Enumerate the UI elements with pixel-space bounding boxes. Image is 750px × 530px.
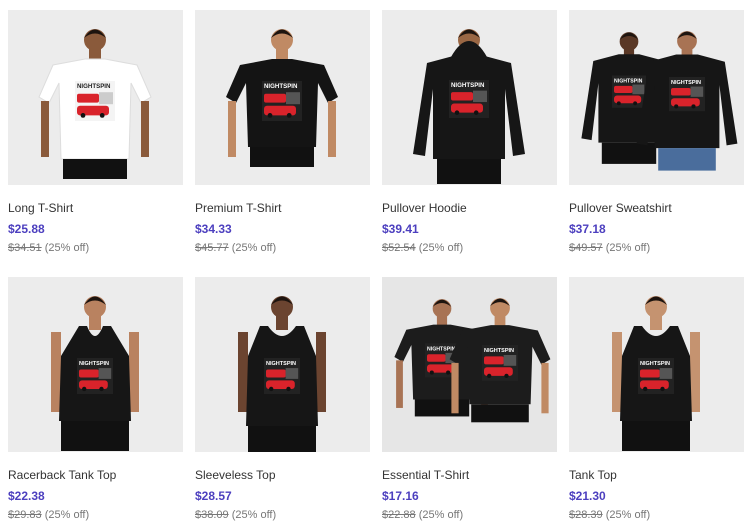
discount-label: (25% off) bbox=[44, 509, 90, 521]
product-name[interactable]: Sleeveless Top bbox=[195, 467, 370, 483]
print-graphic: NIGHTSPIN bbox=[77, 358, 113, 394]
product-price: $25.88 bbox=[8, 222, 45, 236]
product-card[interactable]: NIGHTSPIN Pullover Hoodie $39.41 $52.54 (2… bbox=[382, 10, 557, 256]
svg-text:NIGHTSPIN: NIGHTSPIN bbox=[264, 83, 298, 90]
product-image[interactable]: NIGHTSPIN bbox=[8, 10, 183, 185]
product-name[interactable]: Pullover Sweatshirt bbox=[569, 200, 744, 216]
discount-label: (25% off) bbox=[44, 242, 90, 254]
product-card[interactable]: NIGHTSPIN Tank Top $21.30 $28.39 (25% off) bbox=[569, 277, 744, 523]
product-photo: NIGHTSPIN bbox=[226, 29, 338, 167]
original-price: $52.54 bbox=[382, 242, 416, 254]
product-name[interactable]: Racerback Tank Top bbox=[8, 467, 183, 483]
original-price-line: $28.39 (25% off) bbox=[569, 508, 744, 523]
product-card[interactable]: NIGHTSPIN NIGHTSPIN Pullover Sweatshirt $… bbox=[569, 10, 744, 256]
print-graphic: NIGHTSPIN bbox=[262, 81, 302, 121]
discount-label: (25% off) bbox=[605, 242, 651, 254]
original-price: $29.83 bbox=[8, 509, 42, 521]
model-figure: NIGHTSPIN bbox=[413, 29, 525, 184]
model-figure: NIGHTSPIN bbox=[226, 29, 338, 167]
original-price-line: $52.54 (25% off) bbox=[382, 241, 557, 256]
model-figure: NIGHTSPIN bbox=[51, 296, 139, 451]
svg-text:NIGHTSPIN: NIGHTSPIN bbox=[451, 82, 485, 89]
print-graphic: NIGHTSPIN bbox=[669, 77, 705, 112]
svg-text:NIGHTSPIN: NIGHTSPIN bbox=[640, 361, 670, 367]
svg-text:NIGHTSPIN: NIGHTSPIN bbox=[427, 346, 456, 352]
discount-label: (25% off) bbox=[418, 242, 464, 254]
print-graphic: NIGHTSPIN bbox=[638, 358, 674, 394]
svg-text:NIGHTSPIN: NIGHTSPIN bbox=[266, 361, 296, 367]
original-price: $38.09 bbox=[195, 509, 229, 521]
product-card[interactable]: NIGHTSPIN Long T-Shirt $25.88 $34.51 (25% … bbox=[8, 10, 183, 256]
product-image[interactable]: NIGHTSPIN bbox=[382, 10, 557, 185]
original-price: $34.51 bbox=[8, 242, 42, 254]
product-image[interactable]: NIGHTSPIN bbox=[8, 277, 183, 452]
product-photo: NIGHTSPIN bbox=[413, 29, 525, 184]
svg-text:NIGHTSPIN: NIGHTSPIN bbox=[671, 80, 701, 86]
discount-label: (25% off) bbox=[231, 242, 277, 254]
product-card[interactable]: NIGHTSPIN Racerback Tank Top $22.38 $29.83… bbox=[8, 277, 183, 523]
original-price: $28.39 bbox=[569, 509, 603, 521]
product-image[interactable]: NIGHTSPIN NIGHTSPIN bbox=[382, 277, 557, 452]
product-name[interactable]: Tank Top bbox=[569, 467, 744, 483]
product-photo: NIGHTSPIN bbox=[51, 296, 139, 451]
svg-text:NIGHTSPIN: NIGHTSPIN bbox=[79, 361, 109, 367]
product-price: $21.30 bbox=[569, 489, 606, 503]
product-price: $39.41 bbox=[382, 222, 419, 236]
product-photo: NIGHTSPIN bbox=[612, 296, 700, 451]
print-graphic: NIGHTSPIN bbox=[449, 80, 489, 118]
product-name[interactable]: Pullover Hoodie bbox=[382, 200, 557, 216]
product-name[interactable]: Long T-Shirt bbox=[8, 200, 183, 216]
product-card[interactable]: NIGHTSPIN NIGHTSPIN Essential T-Shirt $17… bbox=[382, 277, 557, 523]
original-price: $22.88 bbox=[382, 509, 416, 521]
original-price: $49.57 bbox=[569, 242, 603, 254]
product-price: $17.16 bbox=[382, 489, 419, 503]
print-graphic: NIGHTSPIN bbox=[482, 344, 518, 381]
product-price: $22.38 bbox=[8, 489, 45, 503]
discount-label: (25% off) bbox=[231, 509, 277, 521]
product-price: $28.57 bbox=[195, 489, 232, 503]
product-price: $34.33 bbox=[195, 222, 232, 236]
print-graphic: NIGHTSPIN bbox=[612, 75, 646, 108]
original-price-line: $34.51 (25% off) bbox=[8, 241, 183, 256]
print-graphic: NIGHTSPIN bbox=[75, 81, 115, 121]
product-price: $37.18 bbox=[569, 222, 606, 236]
print-graphic: NIGHTSPIN bbox=[264, 358, 300, 394]
product-image[interactable]: NIGHTSPIN bbox=[195, 277, 370, 452]
product-card[interactable]: NIGHTSPIN Premium T-Shirt $34.33 $45.77 (2… bbox=[195, 10, 370, 256]
original-price: $45.77 bbox=[195, 242, 229, 254]
product-image[interactable]: NIGHTSPIN bbox=[195, 10, 370, 185]
original-price-line: $29.83 (25% off) bbox=[8, 508, 183, 523]
model-figure: NIGHTSPIN bbox=[612, 296, 700, 451]
product-photo: NIGHTSPIN bbox=[38, 29, 152, 179]
product-grid: NIGHTSPIN Long T-Shirt $25.88 $34.51 (25% … bbox=[0, 0, 750, 530]
product-photo: NIGHTSPIN NIGHTSPIN bbox=[394, 298, 551, 423]
discount-label: (25% off) bbox=[605, 509, 651, 521]
product-image[interactable]: NIGHTSPIN NIGHTSPIN bbox=[569, 10, 744, 185]
original-price-line: $22.88 (25% off) bbox=[382, 508, 557, 523]
discount-label: (25% off) bbox=[418, 509, 464, 521]
model-figure: NIGHTSPIN bbox=[38, 29, 152, 179]
model-figure: NIGHTSPIN bbox=[238, 296, 326, 452]
original-price-line: $38.09 (25% off) bbox=[195, 508, 370, 523]
product-name[interactable]: Essential T-Shirt bbox=[382, 467, 557, 483]
svg-text:NIGHTSPIN: NIGHTSPIN bbox=[77, 83, 111, 90]
product-photo: NIGHTSPIN NIGHTSPIN bbox=[581, 31, 738, 171]
product-photo: NIGHTSPIN bbox=[238, 296, 326, 452]
svg-text:NIGHTSPIN: NIGHTSPIN bbox=[484, 348, 514, 354]
original-price-line: $49.57 (25% off) bbox=[569, 241, 744, 256]
svg-text:NIGHTSPIN: NIGHTSPIN bbox=[614, 79, 643, 85]
product-card[interactable]: NIGHTSPIN Sleeveless Top $28.57 $38.09 (25… bbox=[195, 277, 370, 523]
original-price-line: $45.77 (25% off) bbox=[195, 241, 370, 256]
product-image[interactable]: NIGHTSPIN bbox=[569, 277, 744, 452]
product-name[interactable]: Premium T-Shirt bbox=[195, 200, 370, 216]
